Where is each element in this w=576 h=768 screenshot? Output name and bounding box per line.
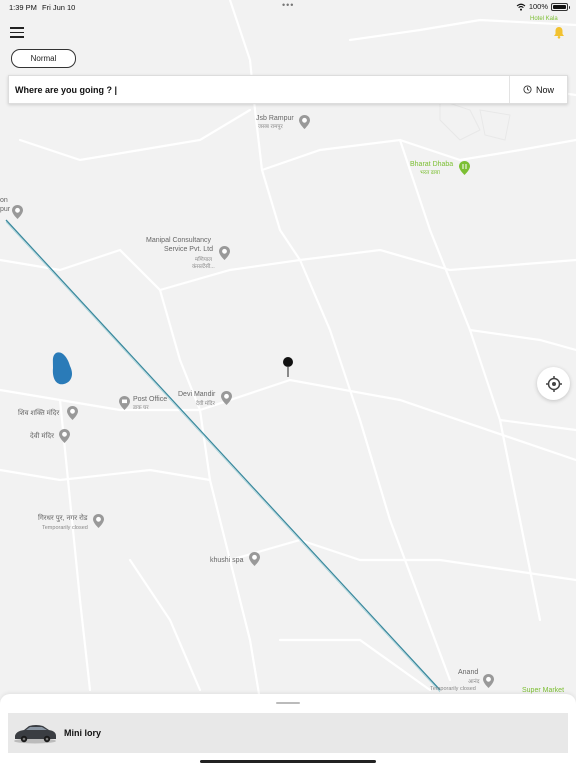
vehicle-car-icon [14,725,56,744]
hamburger-icon [10,27,24,29]
status-time: 1:39 PM [9,3,37,12]
destination-search-bar: Now [8,75,568,104]
status-date: Fri Jun 10 [42,3,76,12]
battery-percent: 100% [528,2,548,11]
poi-label: Manipal Consultancy [146,237,211,244]
poi-sublabel: भरत ढाबा [420,170,440,176]
poi-label: khushi spa [210,557,244,564]
poi-sublabel: डाक घर [133,405,149,411]
place-of-worship-pin-icon [221,391,232,405]
poi-label: Anand [458,669,479,676]
crosshair-icon [545,375,562,392]
now-label: Now [535,84,554,95]
poi-sublabel: आनंद [468,679,480,685]
map-pin-icon [283,357,293,377]
status-right: 100% [516,2,570,11]
battery-icon [551,2,570,11]
place-pin-icon [249,552,260,566]
poi-label-line2: pur [0,206,11,213]
place-of-worship-pin-icon [59,429,70,443]
restaurant-pin-icon [459,161,470,175]
clock-icon [523,85,532,94]
hamburger-menu-button[interactable] [10,27,24,39]
destination-search-input[interactable] [9,76,509,103]
wifi-icon [516,3,526,11]
vehicle-label: Mini lory [64,728,102,738]
poi-sublabel-line2: कंसल्टेंसी... [192,264,215,270]
schedule-now-button[interactable]: Now [509,76,567,103]
place-pin-icon [93,514,104,528]
poi-sublabel: जसब रामपुर [258,124,283,130]
poi-label: Jsb Rampur [256,115,294,122]
poi-label: on [0,197,8,204]
ride-mode-button[interactable]: Normal [11,49,76,68]
poi-sublabel-line2: Temporarily closed [430,686,476,692]
home-indicator [200,760,376,763]
place-pin-icon [483,674,494,688]
status-bar: 1:39 PM Fri Jun 10 ••• 100% [0,0,576,14]
place-of-worship-pin-icon [299,115,310,129]
bell-icon[interactable] [553,26,565,39]
poi-label: Bharat Dhaba [410,161,454,168]
poi-label: देवी मंदिर [30,433,54,440]
poi-label: Hotel Kala [530,16,558,22]
poi-sublabel: मणिपाल [195,257,212,263]
sheet-drag-handle[interactable] [276,702,300,704]
poi-label: गिरधर पुर, नगर रोड [38,515,88,522]
poi-label: Devi Mandir [178,391,216,398]
poi-sublabel: Temporarily closed [42,525,88,531]
place-pin-icon [219,246,230,260]
poi-label: Post Office [133,396,168,403]
post-office-pin-icon [119,396,130,410]
multitasking-dots: ••• [282,0,295,10]
poi-label: शिव शक्ति मंदिर [18,410,60,417]
vehicle-option-mini-lory[interactable]: Mini lory [8,713,568,753]
place-of-worship-pin-icon [67,406,78,420]
my-location-button[interactable] [537,367,570,400]
poi-label-line2: Service Pvt. Ltd [164,246,214,253]
place-pin-icon [12,205,23,219]
poi-sublabel: देवी मंदिर [196,401,215,407]
vehicle-bottom-sheet: Mini lory [0,694,576,768]
